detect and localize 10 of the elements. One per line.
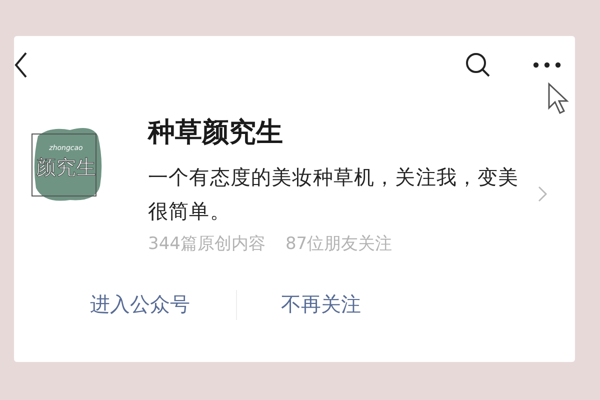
cursor-icon [547,82,569,116]
action-button[interactable]: 不再关注 [281,285,361,324]
account-description: 一个有态度的美妆种草机，关注我，变美很简单。 [148,164,520,225]
search-icon[interactable] [465,52,491,78]
more-icon[interactable] [533,62,561,68]
stat-text: 87位朋友关注 [285,233,392,255]
back-icon[interactable] [14,52,28,78]
account-name: 种草颜究生 [148,116,284,150]
action-button[interactable]: 进入公众号 [90,285,190,324]
stat-text: 344篇原创内容 [148,233,266,255]
